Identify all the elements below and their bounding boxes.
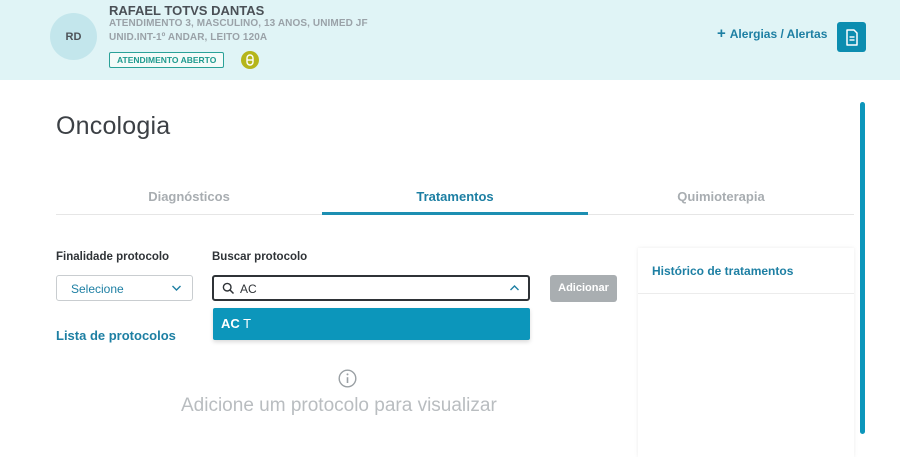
plus-icon: + — [717, 25, 726, 42]
search-label: Buscar protocolo — [212, 251, 308, 263]
avatar: RD — [50, 13, 97, 60]
suggestion-rest: T — [239, 316, 252, 331]
patient-name: RAFAEL TOTVS DANTAS — [109, 3, 265, 18]
chevron-up-icon[interactable] — [509, 283, 520, 293]
tab-diagnosticos[interactable]: Diagnósticos — [56, 185, 322, 215]
patient-details: ATENDIMENTO 3, MASCULINO, 13 ANOS, UNIME… — [109, 18, 368, 29]
status-badge: ATENDIMENTO ABERTO — [109, 52, 225, 68]
empty-state-message: Adicione um protocolo para visualizar — [181, 395, 497, 416]
suggestion-option[interactable]: AC T — [221, 316, 251, 331]
suggestion-match: AC — [221, 316, 240, 331]
purpose-label: Finalidade protocolo — [56, 251, 170, 263]
scrollbar[interactable] — [860, 102, 865, 434]
divider — [638, 293, 854, 294]
search-icon — [222, 282, 235, 295]
protocol-search-input[interactable] — [240, 280, 490, 297]
treatment-history-panel: Histórico de tratamentos — [638, 248, 854, 457]
purpose-select[interactable]: Selecione — [56, 275, 193, 301]
oncology-card: Oncologia Diagnósticos Tratamentos Quimi… — [0, 80, 900, 457]
treatment-history-title: Histórico de tratamentos — [652, 264, 794, 278]
document-icon — [845, 28, 858, 46]
page-title: Oncologia — [56, 112, 171, 140]
allergies-alerts-link[interactable]: + Alergias / Alertas — [717, 25, 828, 42]
tab-tratamentos[interactable]: Tratamentos — [322, 185, 588, 215]
chevron-down-icon — [172, 285, 181, 291]
tab-quimioterapia[interactable]: Quimioterapia — [588, 185, 854, 215]
pill-icon[interactable] — [241, 51, 259, 69]
add-button[interactable]: Adicionar — [550, 275, 617, 302]
protocol-suggestions: AC T — [213, 308, 530, 340]
patient-header: RD RAFAEL TOTVS DANTAS ATENDIMENTO 3, MA… — [0, 0, 900, 80]
info-icon — [338, 369, 357, 388]
allergies-label: Alergias / Alertas — [729, 27, 828, 41]
patient-location: UNID.INT-1º ANDAR, LEITO 120A — [109, 32, 268, 43]
protocol-search[interactable] — [212, 275, 530, 301]
tab-bar: Diagnósticos Tratamentos Quimioterapia — [56, 185, 854, 215]
purpose-select-value: Selecione — [71, 282, 124, 296]
document-button[interactable] — [837, 22, 866, 52]
protocol-list-link[interactable]: Lista de protocolos — [56, 328, 176, 343]
